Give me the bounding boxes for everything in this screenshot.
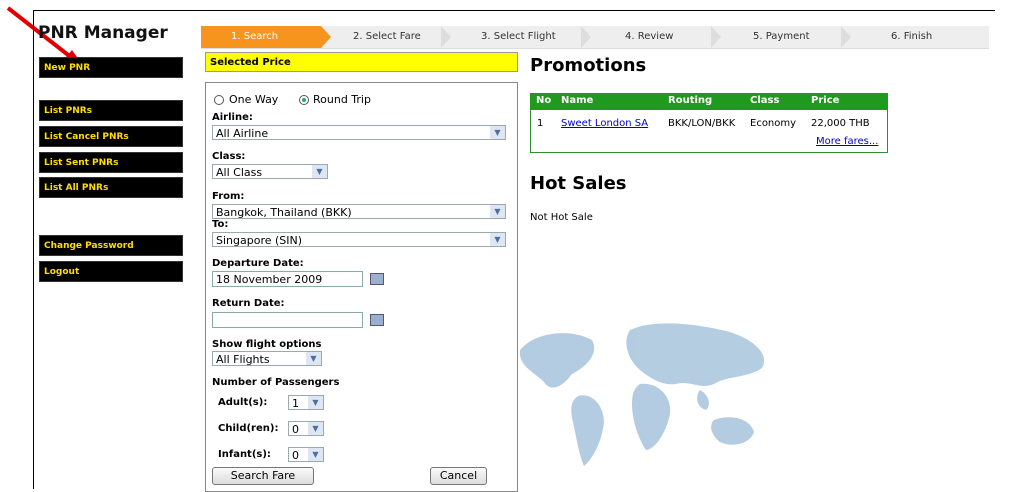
- world-map-graphic: [519, 323, 765, 466]
- departure-date-label: Departure Date:: [212, 258, 304, 269]
- step-select-flight: 3. Select Flight: [481, 31, 556, 42]
- column-header-routing: Routing: [668, 95, 713, 106]
- from-label: From:: [212, 191, 245, 202]
- to-select-value: Singapore (SIN): [216, 234, 303, 247]
- flight-options-label: Show flight options: [212, 339, 322, 350]
- column-header-class: Class: [750, 95, 780, 106]
- infant-select[interactable]: 0 ▼: [288, 447, 324, 462]
- step-finish: 6. Finish: [891, 31, 933, 42]
- app-title: PNR Manager: [38, 23, 168, 43]
- round-trip-radio[interactable]: [299, 95, 309, 105]
- passengers-label: Number of Passengers: [212, 377, 340, 388]
- child-select[interactable]: 0 ▼: [288, 421, 324, 436]
- step-review: 4. Review: [625, 31, 674, 42]
- child-select-value: 0: [292, 423, 299, 436]
- child-label: Child(ren):: [218, 423, 279, 434]
- adult-label: Adult(s):: [218, 397, 268, 408]
- class-select[interactable]: All Class ▼: [212, 164, 328, 179]
- airline-select[interactable]: All Airline ▼: [212, 125, 506, 140]
- selected-price-bar: Selected Price: [205, 52, 518, 72]
- from-select[interactable]: Bangkok, Thailand (BKK) ▼: [212, 204, 506, 219]
- sidebar-item-list-pnrs[interactable]: List PNRs: [39, 100, 183, 121]
- to-label: To:: [212, 219, 229, 230]
- step-separator: [321, 26, 331, 48]
- promo-row-name-link[interactable]: Sweet London SA: [561, 118, 648, 129]
- chevron-down-icon: ▼: [490, 205, 505, 218]
- calendar-icon[interactable]: [370, 273, 384, 285]
- chevron-down-icon: ▼: [490, 126, 505, 139]
- infant-select-value: 0: [292, 449, 299, 462]
- step-separator: [711, 26, 721, 48]
- adult-select[interactable]: 1 ▼: [288, 395, 324, 410]
- step-select-fare: 2. Select Fare: [353, 31, 421, 42]
- step-separator: [441, 26, 451, 48]
- flight-options-select[interactable]: All Flights ▼: [212, 351, 322, 366]
- return-date-label: Return Date:: [212, 298, 285, 309]
- chevron-down-icon: ▼: [308, 396, 323, 409]
- cancel-button[interactable]: Cancel: [430, 467, 487, 485]
- class-select-value: All Class: [216, 166, 263, 179]
- chevron-down-icon: ▼: [490, 233, 505, 246]
- class-label: Class:: [212, 151, 246, 162]
- hot-sales-heading: Hot Sales: [530, 173, 627, 194]
- frame-top-border: [33, 10, 995, 11]
- step-separator: [581, 26, 591, 48]
- step-payment: 5. Payment: [753, 31, 810, 42]
- one-way-label: One Way: [229, 93, 279, 106]
- search-fare-button[interactable]: Search Fare: [212, 467, 314, 485]
- to-select[interactable]: Singapore (SIN) ▼: [212, 232, 506, 247]
- chevron-down-icon: ▼: [312, 165, 327, 178]
- column-header-name: Name: [561, 95, 594, 106]
- sidebar-item-logout[interactable]: Logout: [39, 261, 183, 282]
- airline-select-value: All Airline: [216, 127, 269, 140]
- infant-label: Infant(s):: [218, 449, 271, 460]
- step-separator: [841, 26, 851, 48]
- sidebar-item-list-cancel-pnrs[interactable]: List Cancel PNRs: [39, 126, 183, 147]
- sidebar-item-list-sent-pnrs[interactable]: List Sent PNRs: [39, 152, 183, 173]
- hot-sales-text: Not Hot Sale: [530, 212, 593, 223]
- sidebar-item-change-password[interactable]: Change Password: [39, 235, 183, 256]
- promo-row-class: Economy: [750, 118, 797, 129]
- chevron-down-icon: ▼: [306, 352, 321, 365]
- promo-row-routing: BKK/LON/BKK: [668, 118, 736, 129]
- more-fares-link[interactable]: More fares...: [816, 136, 878, 147]
- airline-label: Airline:: [212, 112, 253, 123]
- chevron-down-icon: ▼: [308, 448, 323, 461]
- promotions-heading: Promotions: [530, 55, 647, 76]
- flight-options-select-value: All Flights: [216, 353, 270, 366]
- step-search: 1. Search: [201, 26, 321, 48]
- column-header-no: No: [536, 95, 552, 106]
- sidebar-item-new-pnr[interactable]: New PNR: [39, 57, 183, 78]
- promotions-table-header: No Name Routing Class Price: [530, 93, 888, 110]
- frame-left-border: [33, 10, 34, 489]
- step-progress-bar: 1. Search 2. Select Fare 3. Select Fligh…: [201, 26, 989, 49]
- column-header-price: Price: [811, 95, 840, 106]
- calendar-icon[interactable]: [370, 314, 384, 326]
- return-date-input[interactable]: [212, 312, 363, 328]
- chevron-down-icon: ▼: [308, 422, 323, 435]
- from-select-value: Bangkok, Thailand (BKK): [216, 206, 352, 219]
- promo-row-price: 22,000 THB: [811, 118, 870, 129]
- round-trip-label: Round Trip: [313, 93, 371, 106]
- departure-date-input[interactable]: 18 November 2009: [212, 271, 363, 287]
- promo-row-no: 1: [537, 118, 544, 129]
- one-way-radio[interactable]: [214, 95, 224, 105]
- adult-select-value: 1: [292, 397, 299, 410]
- sidebar-item-list-all-pnrs[interactable]: List All PNRs: [39, 177, 183, 198]
